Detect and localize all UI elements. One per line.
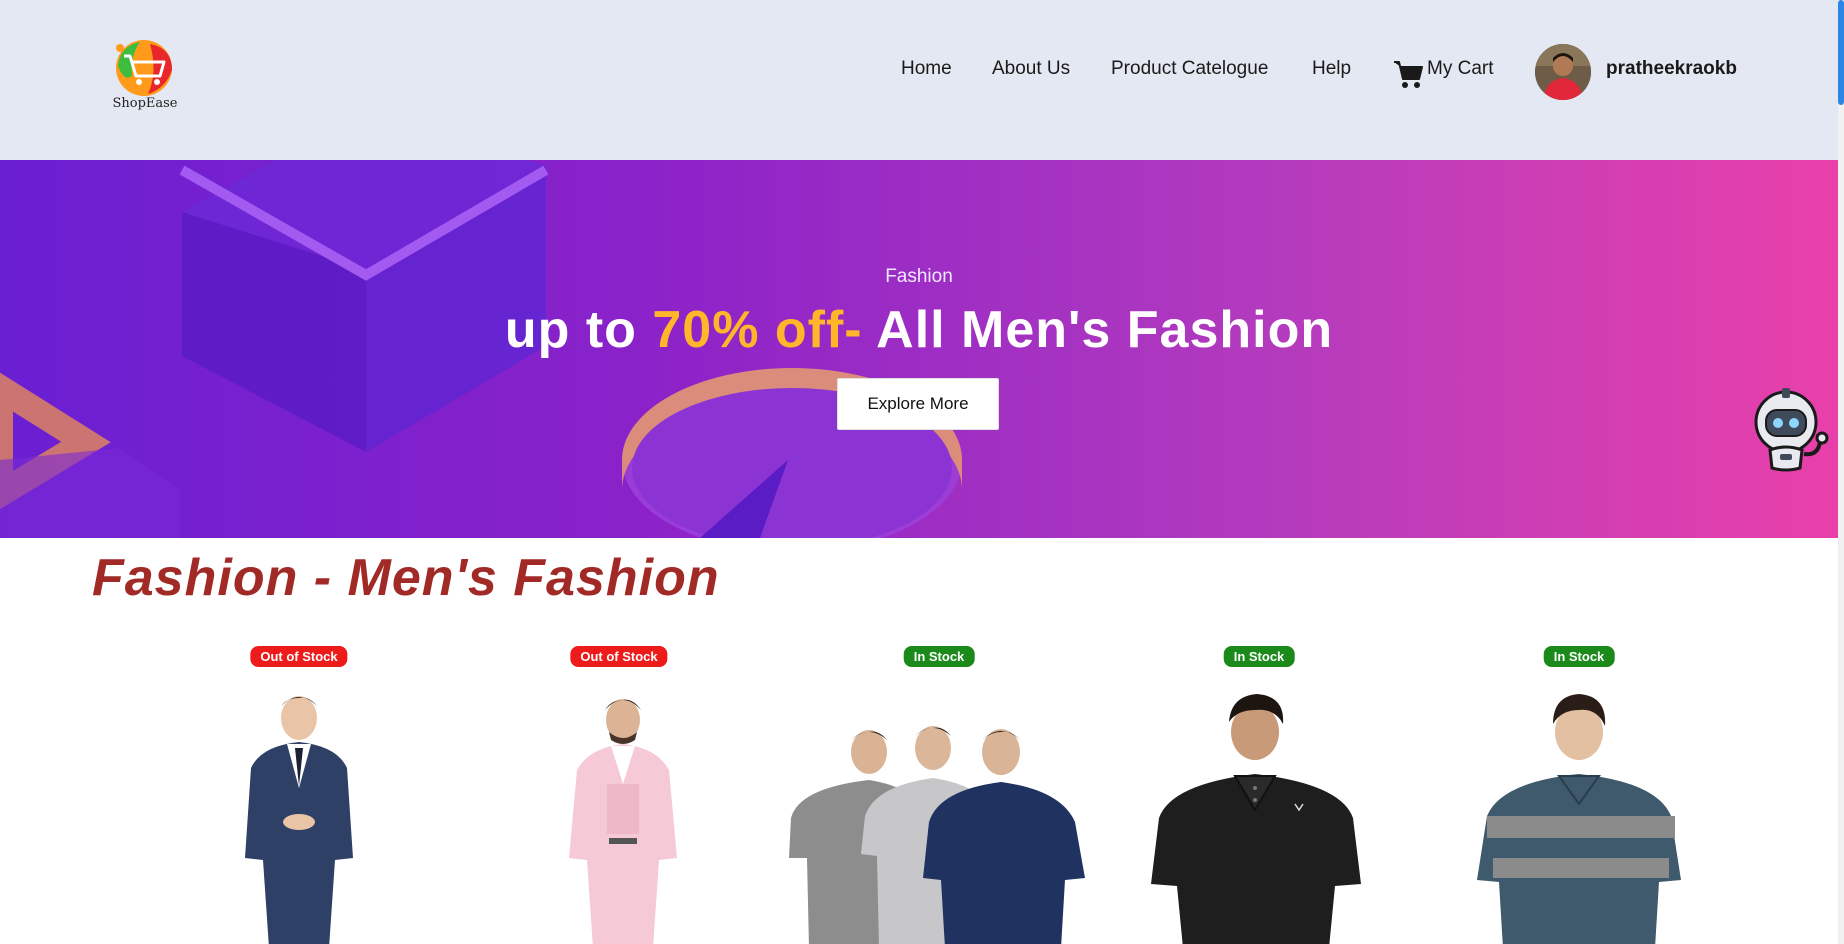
hero-title: up to 70% off- All Men's Fashion	[0, 300, 1838, 360]
product-image	[459, 688, 779, 944]
scrollbar-thumb[interactable]	[1838, 0, 1844, 105]
cart-label: My Cart	[1427, 58, 1494, 79]
hero-category: Fashion	[885, 266, 953, 287]
hero-title-suffix: All Men's Fashion	[862, 301, 1334, 359]
hero-title-prefix: up to	[504, 301, 653, 359]
explore-more-button[interactable]: Explore More	[837, 378, 999, 430]
hero-title-highlight: 70% off-	[652, 301, 863, 359]
user-avatar[interactable]	[1535, 44, 1591, 100]
username[interactable]: pratheekraokb	[1606, 58, 1737, 80]
chatbot-robot-icon[interactable]	[1752, 384, 1830, 474]
stock-badge: Out of Stock	[570, 646, 668, 667]
product-image	[779, 688, 1099, 944]
stock-badge: In Stock	[903, 646, 975, 667]
product-card[interactable]: Out of Stock	[459, 646, 779, 944]
product-card[interactable]: In Stock	[1099, 646, 1419, 944]
stock-badge: In Stock	[1543, 646, 1615, 667]
hero-banner: Fashion up to 70% off- All Men's Fashion…	[0, 160, 1838, 538]
nav-help[interactable]: Help	[1312, 58, 1351, 80]
my-cart-link[interactable]: My Cart	[1392, 56, 1494, 90]
product-card[interactable]: In Stock	[1419, 646, 1739, 944]
product-image	[139, 688, 459, 944]
site-header: ShopEase Home About Us Product Catelogue…	[0, 0, 1838, 160]
page-scrollbar[interactable]	[1838, 0, 1844, 944]
nav-home[interactable]: Home	[901, 58, 952, 80]
product-image	[1099, 688, 1419, 944]
nav-about-us[interactable]: About Us	[992, 58, 1070, 80]
nav-product-catalogue[interactable]: Product Catelogue	[1111, 58, 1268, 80]
logo-text: ShopEase	[112, 96, 178, 111]
product-card[interactable]: In Stock	[779, 646, 1099, 944]
product-card[interactable]: Out of Stock	[139, 646, 459, 944]
product-image	[1419, 688, 1739, 944]
stock-badge: In Stock	[1223, 646, 1295, 667]
stock-badge: Out of Stock	[250, 646, 348, 667]
shopping-cart-icon	[1392, 58, 1424, 90]
section-title: Fashion - Men's Fashion	[92, 549, 720, 607]
